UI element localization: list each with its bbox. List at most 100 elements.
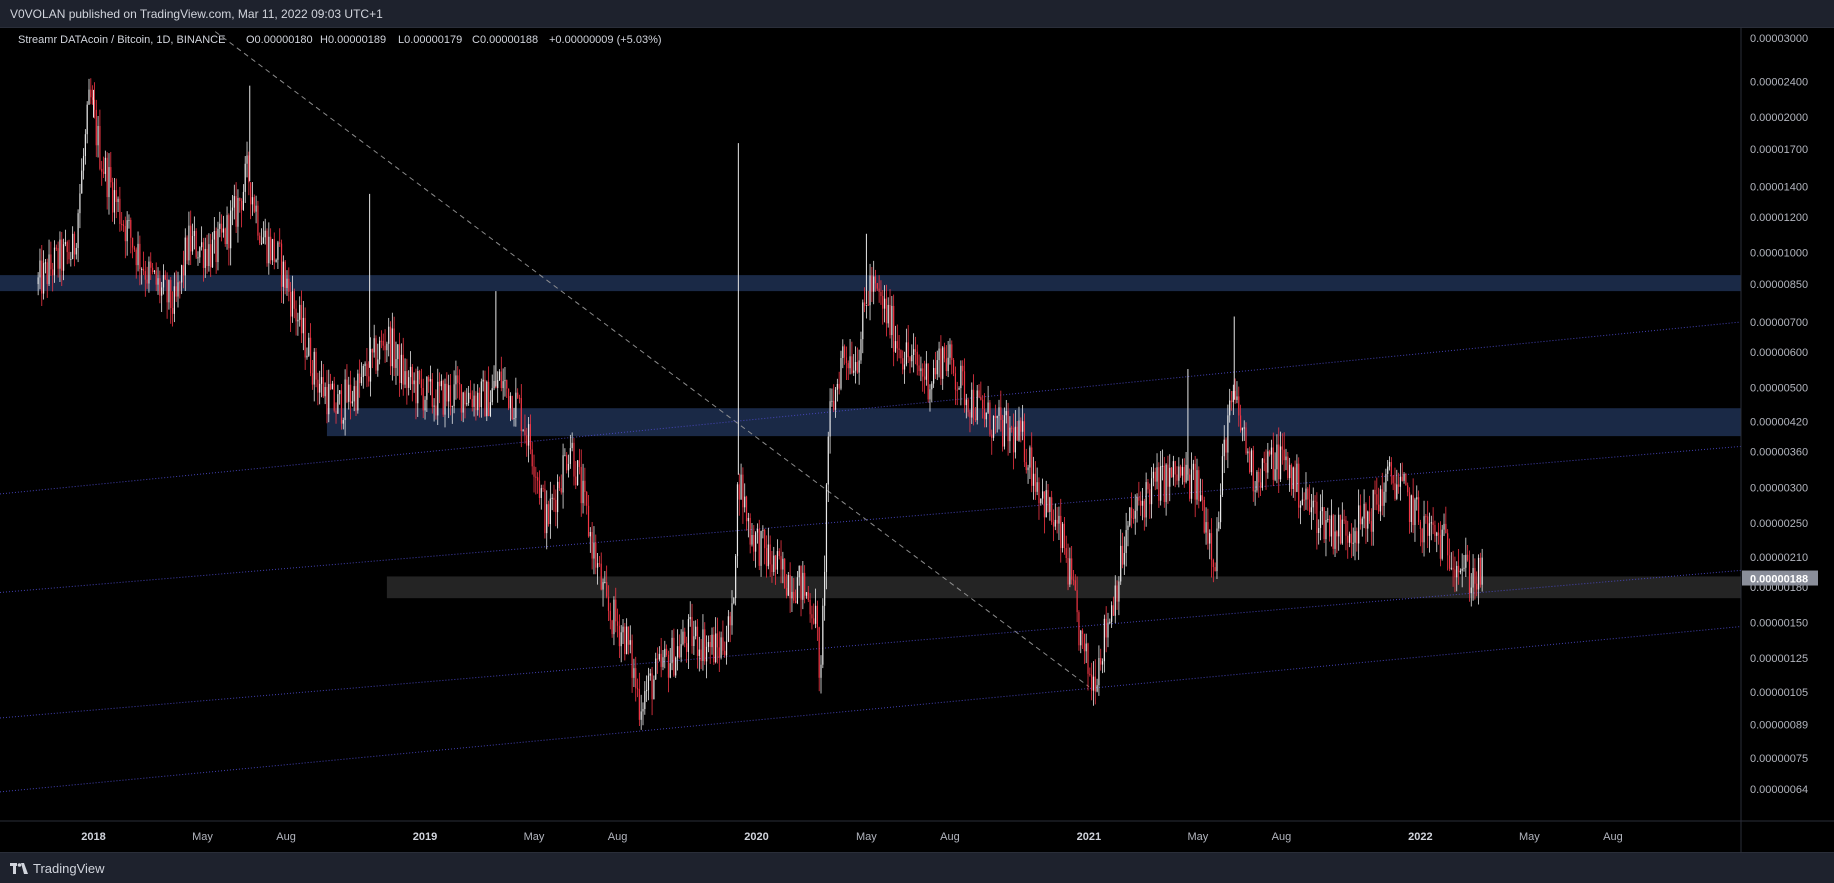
- candle-body: [640, 711, 642, 720]
- candle-body: [909, 357, 911, 362]
- candle-body: [1091, 674, 1093, 691]
- candle-body: [230, 210, 232, 249]
- candle-body: [782, 558, 784, 570]
- candle-body: [1421, 529, 1423, 543]
- candle-body: [1374, 489, 1376, 495]
- candle-body: [774, 555, 777, 570]
- zone-2: [386, 576, 1741, 599]
- candle-body: [1131, 507, 1133, 519]
- candle-body: [687, 619, 690, 652]
- candle-body: [173, 286, 175, 314]
- candle-body: [816, 605, 818, 628]
- candle-body: [882, 296, 884, 309]
- candle-body: [102, 171, 105, 174]
- candle-body: [649, 673, 651, 676]
- price-chart[interactable]: 0.00003000 0.00002400 0.00002000 0.00001700…: [0, 28, 1834, 852]
- candle-body: [1437, 532, 1440, 536]
- candle-body: [222, 228, 225, 233]
- candle-body: [259, 235, 261, 244]
- candle-body: [1378, 504, 1380, 512]
- candle-body: [1127, 525, 1129, 531]
- tradingview-brand[interactable]: TradingView: [10, 861, 105, 876]
- candle-body: [834, 389, 837, 410]
- x-tick-label: Aug: [608, 831, 628, 843]
- candle-body: [1058, 515, 1060, 524]
- chart-area[interactable]: 0.00003000 0.00002400 0.00002000 0.00001700…: [0, 28, 1834, 852]
- candle-body: [1325, 519, 1327, 540]
- candle-body: [86, 104, 88, 135]
- candle-body: [506, 380, 508, 389]
- legend-close: C0.00000188: [472, 34, 538, 46]
- candle-body: [337, 394, 339, 414]
- candle-body: [531, 449, 533, 467]
- candle-body: [982, 399, 984, 409]
- candle-body: [1221, 456, 1224, 495]
- candle-body: [457, 375, 459, 383]
- candle-body: [851, 356, 853, 373]
- candle-body: [50, 254, 52, 270]
- candle-body: [144, 271, 146, 280]
- candle-body: [825, 484, 828, 572]
- candle-body: [1047, 490, 1049, 512]
- candle-body: [1330, 515, 1333, 537]
- candle-body: [800, 565, 802, 600]
- candle-body: [1383, 491, 1385, 506]
- candle-body: [769, 544, 771, 565]
- candle-body: [1078, 612, 1080, 646]
- candle-body: [1189, 474, 1191, 499]
- candle-body: [466, 402, 468, 405]
- candle-body: [1025, 462, 1027, 471]
- candle-body: [629, 640, 631, 645]
- candle-body: [1009, 427, 1011, 442]
- candle-body: [1301, 499, 1303, 506]
- candle-body: [1318, 527, 1320, 534]
- candle-body: [1243, 427, 1245, 429]
- candle-body: [591, 532, 593, 559]
- candle-body: [306, 355, 308, 358]
- candle-body: [1029, 447, 1031, 468]
- candle-body: [475, 395, 477, 411]
- candle-body: [311, 373, 314, 385]
- candle-body: [598, 563, 601, 565]
- candle-body: [1396, 484, 1398, 499]
- candle-body: [865, 304, 868, 306]
- candle-body: [635, 668, 637, 689]
- candle-body: [1414, 499, 1416, 526]
- candle-body: [331, 383, 333, 390]
- candle-body: [903, 364, 906, 370]
- candle-body: [1294, 467, 1296, 492]
- candle-body: [524, 430, 526, 436]
- candle-body: [863, 302, 866, 306]
- candle-body: [326, 386, 328, 415]
- candle-body: [295, 308, 297, 322]
- y-tick-label: 0.00000850: [1750, 279, 1808, 291]
- candle-body: [727, 616, 729, 642]
- candle-body: [1192, 463, 1194, 470]
- candle-body: [1410, 495, 1412, 522]
- candle-body: [546, 504, 548, 534]
- candle-body: [805, 592, 808, 596]
- candle-body: [95, 109, 97, 146]
- candle-body: [1467, 554, 1469, 561]
- candle-body: [1356, 531, 1358, 544]
- candle-body: [82, 156, 85, 171]
- candle-body: [989, 402, 991, 435]
- candle-body: [1461, 568, 1463, 571]
- candle-body: [159, 278, 161, 296]
- candle-body: [896, 341, 898, 349]
- candle-body: [1227, 415, 1229, 453]
- candle-body: [139, 243, 141, 269]
- candle-body: [593, 542, 595, 559]
- candle-body: [1445, 523, 1447, 534]
- candle-body: [240, 200, 243, 210]
- candle-body: [716, 633, 719, 648]
- candle-body: [942, 347, 944, 379]
- candle-body: [39, 260, 41, 278]
- candle-body: [408, 377, 410, 388]
- candle-body: [705, 646, 708, 662]
- candle-body: [845, 357, 848, 364]
- candle-body: [1276, 444, 1278, 470]
- candle-body: [411, 366, 413, 385]
- candle-body: [1279, 446, 1282, 480]
- candle-body: [1089, 673, 1091, 675]
